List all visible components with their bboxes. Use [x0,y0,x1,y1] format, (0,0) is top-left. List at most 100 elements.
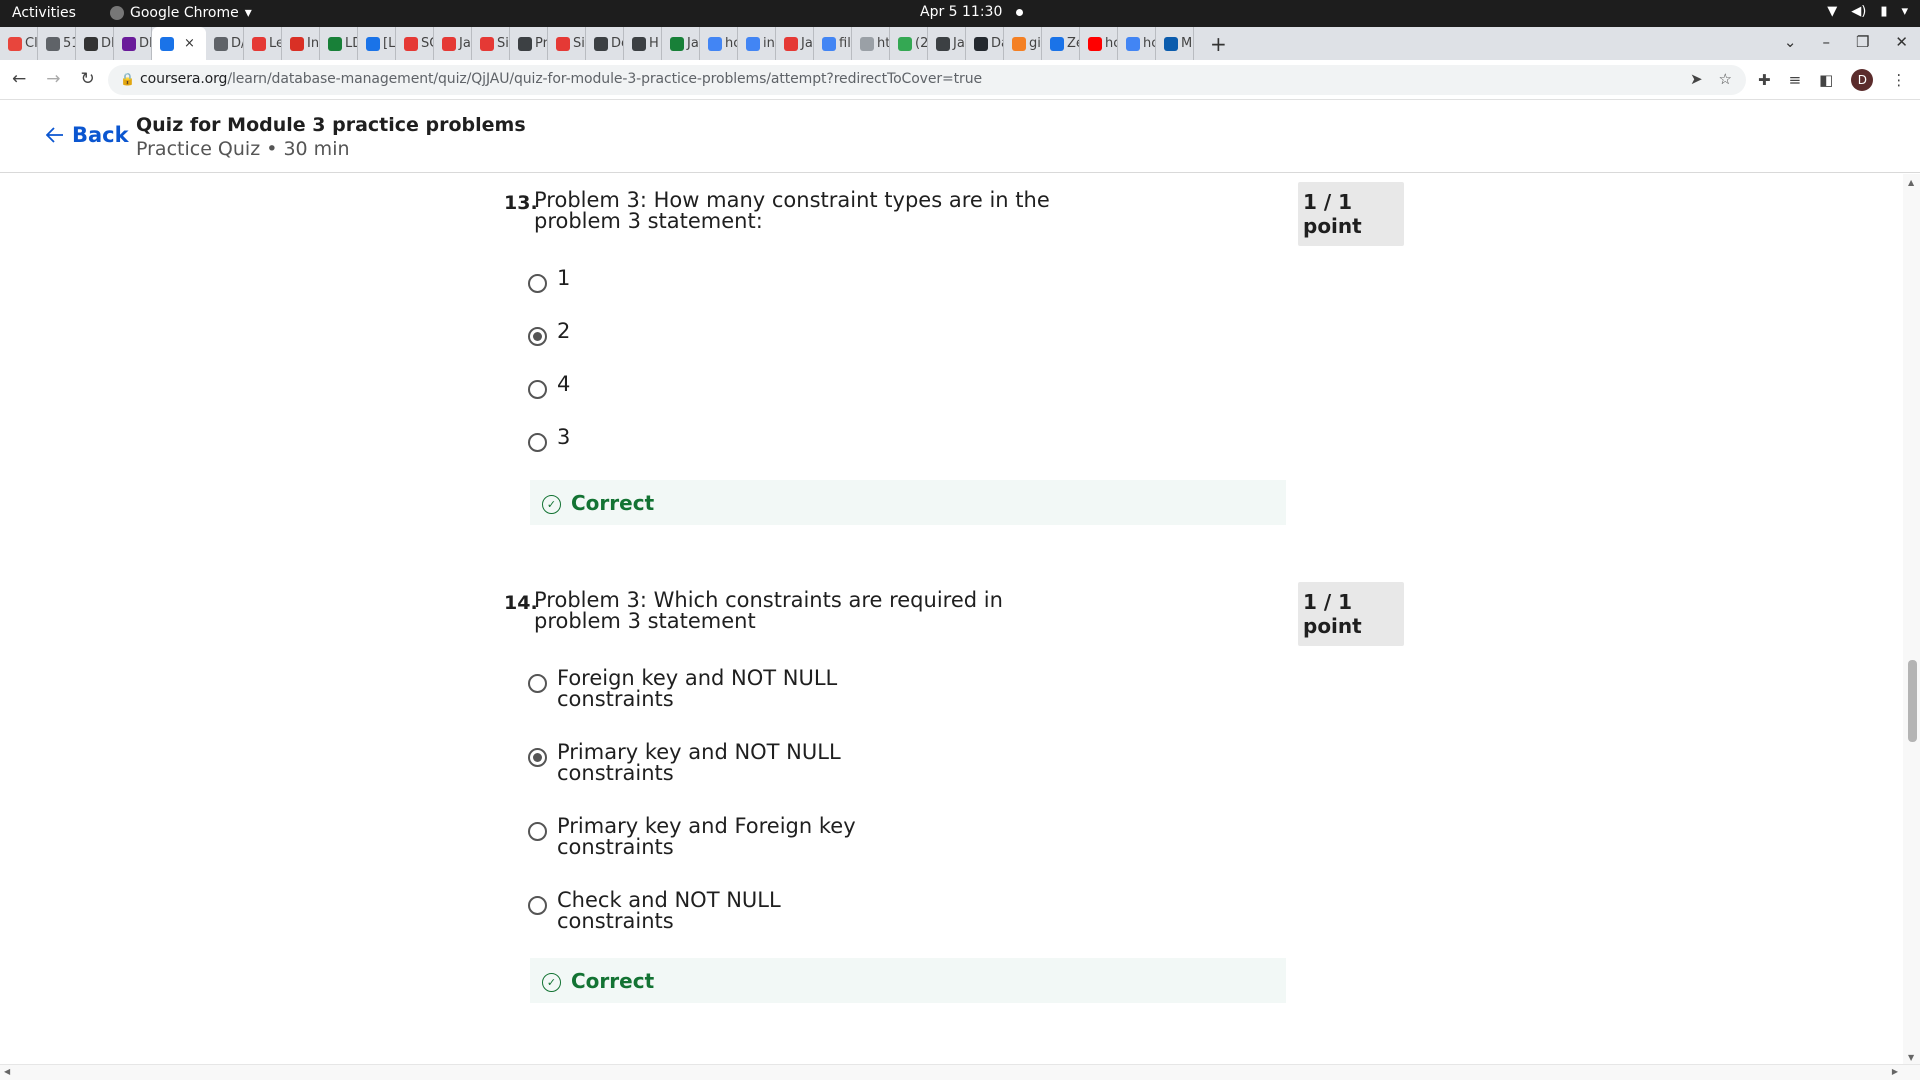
scroll-right-icon[interactable]: ▶ [1892,1067,1898,1076]
tab-label: Pr [535,36,548,51]
browser-tab[interactable]: fil [814,27,852,60]
tab-label: SC [421,36,433,51]
horizontal-scrollbar[interactable]: ◀ ▶ [0,1064,1920,1080]
browser-tab[interactable]: hc [1080,27,1118,60]
answer-option[interactable]: Foreign key and NOT NULL constraints [528,668,857,710]
radio-button[interactable] [528,674,547,693]
browser-tab[interactable]: LD [320,27,358,60]
radio-button[interactable] [528,433,547,452]
browser-tab[interactable]: Cl [0,27,38,60]
browser-tab[interactable]: Si [472,27,510,60]
tab-label: Ja [953,36,965,51]
clock[interactable]: Apr 5 11:30 [920,4,1024,20]
clock-text: Apr 5 11:30 [920,4,1003,20]
tab-active[interactable]: × [152,27,206,60]
tab-search-icon[interactable]: ⌄ [1784,33,1797,51]
radio-button[interactable] [528,896,547,915]
radio-button[interactable] [528,822,547,841]
answer-option[interactable]: Primary key and Foreign key constraints [528,816,857,858]
browser-tab[interactable]: Ja [776,27,814,60]
tab-favicon-icon [84,36,98,51]
tab-close-icon[interactable]: × [184,36,195,51]
reload-icon[interactable]: ↻ [81,69,95,89]
browser-tab[interactable]: D/ [206,27,244,60]
bookmark-star-icon[interactable]: ☆ [1719,70,1732,88]
browser-tab[interactable]: M [1156,27,1194,60]
scrollbar-thumb[interactable] [1908,660,1917,742]
browser-tab[interactable]: hc [700,27,738,60]
tab-favicon-icon [252,36,266,51]
browser-tab[interactable]: Pr [510,27,548,60]
browser-tab[interactable]: Ja [662,27,700,60]
browser-tab[interactable]: DI [76,27,114,60]
browser-tab[interactable]: gi [1004,27,1042,60]
minimize-icon[interactable]: – [1822,33,1830,51]
browser-tab[interactable]: ht [852,27,890,60]
browser-tab[interactable]: hc [1118,27,1156,60]
answer-option[interactable]: 3 [528,427,857,452]
answer-option[interactable]: 4 [528,374,857,399]
browser-tab[interactable]: 51 [38,27,76,60]
lock-icon[interactable]: 🔒 [120,72,135,86]
browser-tab[interactable]: Si [548,27,586,60]
tab-favicon-icon [708,36,722,51]
reading-list-icon[interactable]: ≡ [1789,71,1802,89]
close-window-icon[interactable]: ✕ [1895,33,1908,51]
side-panel-icon[interactable]: ◧ [1819,71,1833,89]
address-bar[interactable]: 🔒 coursera.org/learn/database-management… [108,65,1746,95]
tab-favicon-icon [46,36,60,51]
tab-strip: Cl 51 DI DI × D/Le In LD [Li SC Ja Si Pr Si De H Ja hc in J… [0,27,1920,60]
radio-button[interactable] [528,748,547,767]
system-tray[interactable]: ▼ ◀) ▮ ▾ [1827,4,1908,19]
profile-avatar[interactable]: D [1851,69,1874,91]
browser-tab[interactable]: In [282,27,320,60]
answer-option[interactable]: 2 [528,321,857,346]
scroll-up-icon[interactable]: ▲ [1908,178,1914,187]
back-arrow-icon[interactable]: ← [12,69,26,89]
browser-tab[interactable]: Le [244,27,282,60]
radio-button[interactable] [528,274,547,293]
browser-tab[interactable]: (2 [890,27,928,60]
radio-button[interactable] [528,380,547,399]
tab-label: 51 [63,36,75,51]
tab-label: fil [839,36,851,51]
browser-tab[interactable]: Da [966,27,1004,60]
forward-arrow-icon[interactable]: → [46,69,60,89]
option-label: Primary key and NOT NULL constraints [557,740,841,785]
back-link[interactable]: Back [46,123,129,147]
browser-tab[interactable]: De [586,27,624,60]
app-menu[interactable]: Google Chrome ▾ [110,5,252,21]
answer-option[interactable]: Check and NOT NULL constraints [528,890,857,932]
feedback-text: Correct [571,490,655,515]
url-text[interactable]: coursera.org/learn/database-management/q… [140,71,982,87]
chrome-icon [110,6,124,20]
tab-label: Ja [801,36,813,51]
tab-favicon-icon [8,36,22,51]
radio-button[interactable] [528,327,547,346]
browser-tab[interactable]: in [738,27,776,60]
chrome-menu-icon[interactable]: ⋮ [1891,71,1906,89]
extensions-puzzle-icon[interactable]: ✚ [1758,71,1771,89]
new-tab-button[interactable]: + [1210,32,1227,56]
back-label: Back [72,123,129,147]
browser-tab[interactable]: Ze [1042,27,1080,60]
restore-icon[interactable]: ❐ [1856,33,1869,51]
browser-tab[interactable]: Ja [434,27,472,60]
tab-favicon-icon [936,36,950,51]
send-icon[interactable]: ➤ [1690,70,1703,88]
tab-favicon-icon [290,36,304,51]
browser-tab[interactable]: [Li [358,27,396,60]
activities-button[interactable]: Activities [12,5,76,21]
wifi-icon: ▼ [1827,4,1838,19]
browser-tab[interactable]: SC [396,27,434,60]
browser-tab[interactable]: Ja [928,27,966,60]
answer-option[interactable]: 1 [528,268,857,293]
scroll-left-icon[interactable]: ◀ [4,1067,10,1076]
window-controls: ⌄ – ❐ ✕ [1784,33,1908,51]
browser-tab[interactable]: DI [114,27,152,60]
answer-option[interactable]: Primary key and NOT NULL constraints [528,742,857,784]
option-label: 2 [557,319,571,343]
browser-tab[interactable]: H [624,27,662,60]
scroll-down-icon[interactable]: ▼ [1908,1053,1914,1062]
vertical-scrollbar[interactable]: ▲ ▼ [1903,174,1920,1064]
